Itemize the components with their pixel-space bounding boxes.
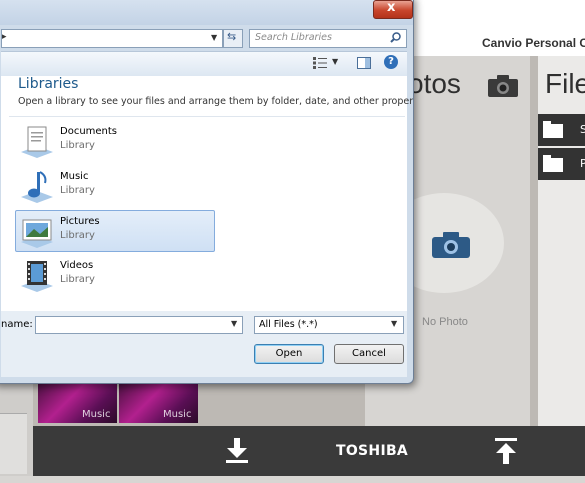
bottom-strip xyxy=(0,476,585,483)
camera-icon xyxy=(488,75,518,97)
camera-icon xyxy=(432,232,470,258)
dialog-titlebar[interactable] xyxy=(0,0,413,25)
music-library-icon xyxy=(21,171,53,203)
views-icon[interactable] xyxy=(313,57,327,69)
library-type: Library xyxy=(60,230,95,241)
folder-icon xyxy=(543,155,563,172)
download-icon[interactable] xyxy=(225,438,249,464)
library-item-music[interactable]: Music Library xyxy=(15,165,215,207)
close-button[interactable]: x xyxy=(373,0,413,19)
chevron-down-icon: ▼ xyxy=(391,319,398,328)
filename-label: name: xyxy=(1,319,33,330)
chevron-down-icon[interactable]: ▼ xyxy=(231,319,237,328)
help-icon[interactable]: ? xyxy=(384,55,398,69)
library-type: Library xyxy=(60,140,95,151)
preview-pane-icon[interactable] xyxy=(357,57,371,69)
close-icon: x xyxy=(387,0,396,15)
breadcrumb-arrow-icon: ▸ xyxy=(2,32,7,42)
refresh-icon: ⇆ xyxy=(227,30,237,43)
search-placeholder: Search Libraries xyxy=(255,32,332,43)
dialog-footer: name: ▼ All Files (*.*) ▼ Open Cancel xyxy=(1,311,407,377)
music-thumbnails: Music Music xyxy=(38,383,198,423)
files-title: File xyxy=(545,68,585,99)
library-name: Pictures xyxy=(60,216,100,227)
address-bar[interactable]: ▸ ▼ xyxy=(1,29,223,48)
library-name: Music xyxy=(60,171,89,182)
libraries-description: Open a library to see your files and arr… xyxy=(18,96,414,107)
photos-title: otos xyxy=(408,68,461,99)
pictures-library-icon xyxy=(21,219,53,248)
library-item-pictures[interactable]: Pictures Library xyxy=(15,210,215,252)
open-file-dialog: x ▸ ▼ ⇆ Search Libraries ▼ ? Libraries O… xyxy=(0,0,414,384)
documents-library-icon xyxy=(21,126,53,158)
library-name: Videos xyxy=(60,260,94,271)
filetype-select[interactable]: All Files (*.*) ▼ xyxy=(254,316,404,334)
upload-icon[interactable] xyxy=(494,438,518,464)
refresh-button[interactable]: ⇆ xyxy=(223,29,243,48)
cancel-button[interactable]: Cancel xyxy=(334,344,404,364)
videos-library-icon xyxy=(21,261,53,292)
music-thumbnail[interactable]: Music xyxy=(38,383,117,423)
file-row-label: P xyxy=(580,157,585,170)
filetype-value: All Files (*.*) xyxy=(259,319,318,330)
library-item-documents[interactable]: Documents Library xyxy=(15,120,215,162)
libraries-heading: Libraries xyxy=(18,76,79,92)
music-thumb-label: Music xyxy=(163,409,192,420)
file-row[interactable]: S xyxy=(538,114,585,146)
left-panel-square xyxy=(0,413,27,474)
divider xyxy=(9,116,405,117)
dialog-toolbar: ▼ ? xyxy=(1,51,407,77)
library-item-videos[interactable]: Videos Library xyxy=(15,254,215,296)
no-photo-label: No Photo xyxy=(422,316,468,328)
file-row[interactable]: P xyxy=(538,148,585,180)
toshiba-logo: TOSHIBA xyxy=(336,443,409,459)
library-type: Library xyxy=(60,274,95,285)
chevron-down-icon[interactable]: ▼ xyxy=(332,57,338,66)
chevron-down-icon[interactable]: ▼ xyxy=(211,33,217,42)
search-input[interactable]: Search Libraries xyxy=(249,29,407,48)
music-thumb-label: Music xyxy=(82,409,111,420)
files-tile[interactable] xyxy=(538,56,585,428)
library-name: Documents xyxy=(60,126,118,137)
folder-icon xyxy=(543,121,563,138)
library-type: Library xyxy=(60,185,95,196)
music-thumbnail[interactable]: Music xyxy=(119,383,198,423)
open-button[interactable]: Open xyxy=(254,344,324,364)
app-title: Canvio Personal Cl xyxy=(482,36,585,50)
file-row-label: S xyxy=(580,123,585,136)
libraries-view: Libraries Open a library to see your fil… xyxy=(1,76,413,311)
filename-field[interactable]: ▼ xyxy=(35,316,243,334)
search-icon[interactable] xyxy=(390,32,401,43)
